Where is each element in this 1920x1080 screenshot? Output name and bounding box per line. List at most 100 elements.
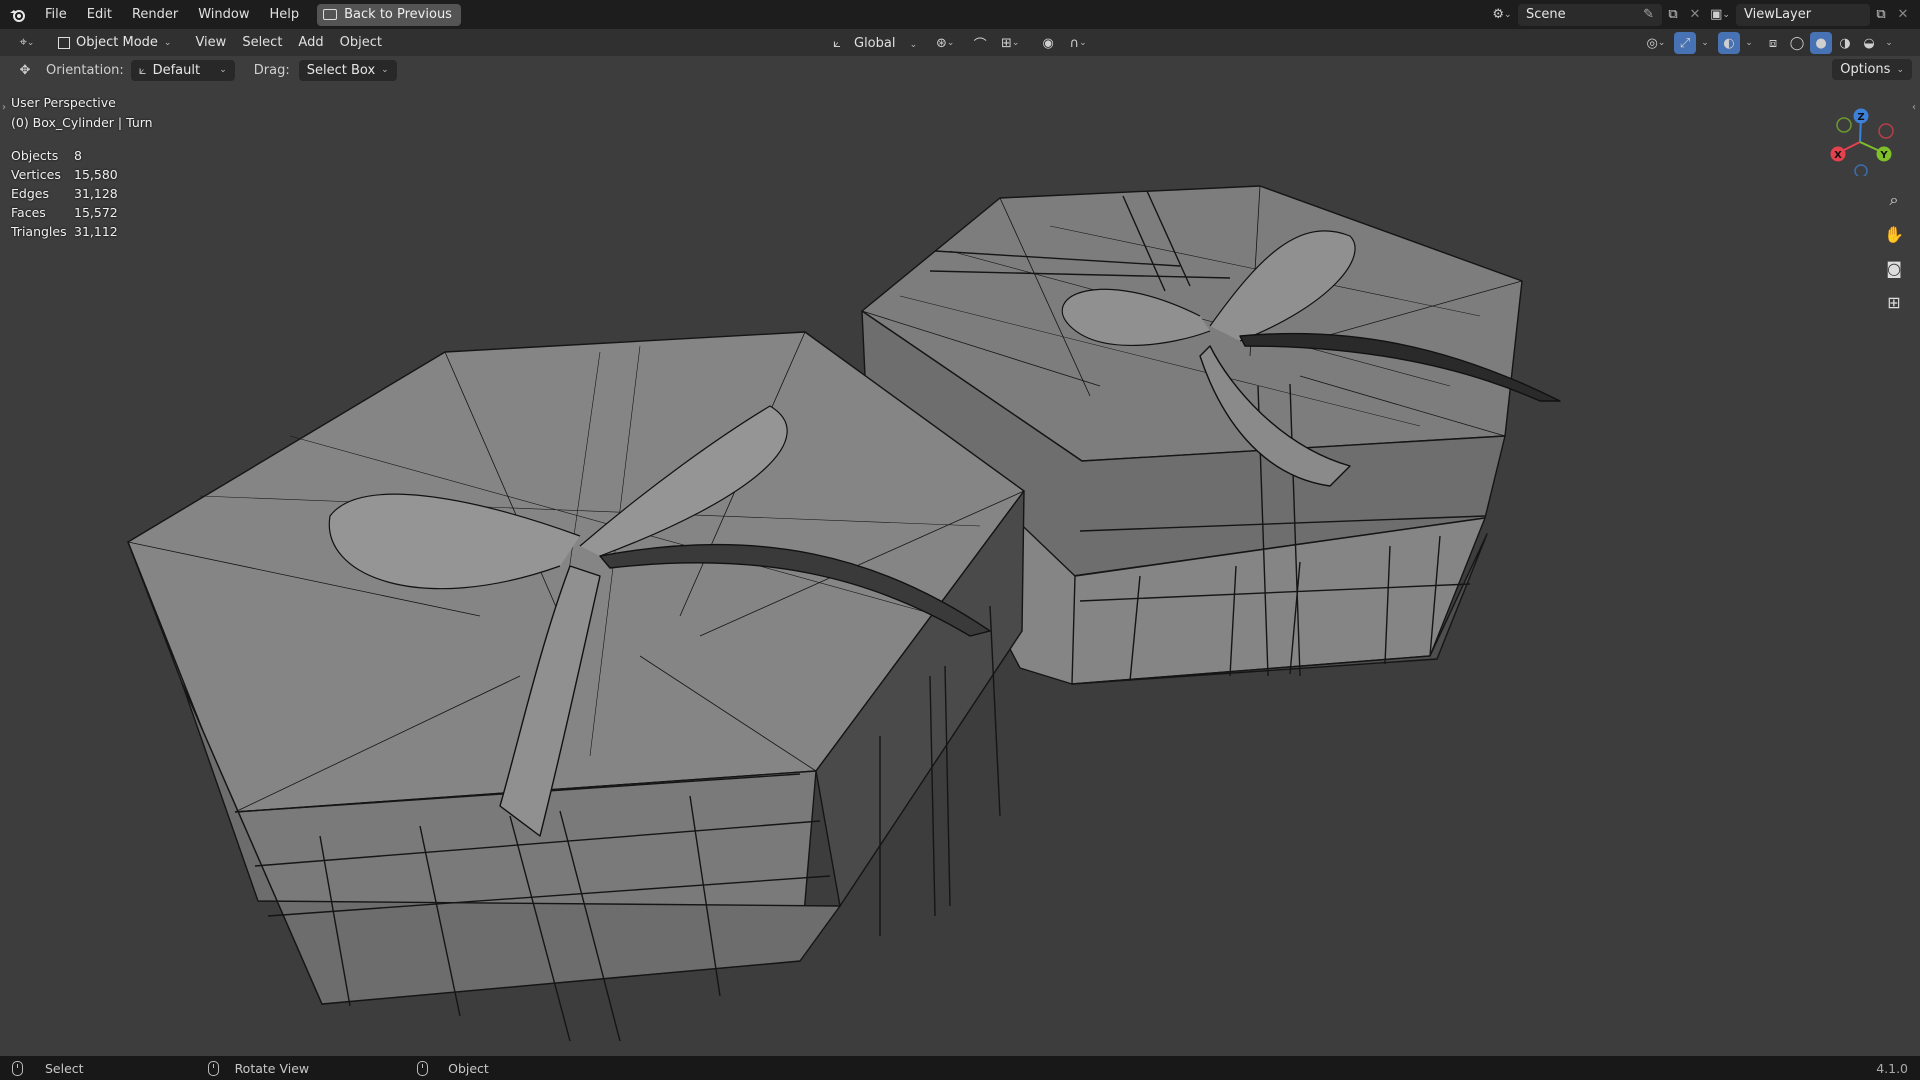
- scene-selector: ⚙ ⌄ Scene ✎ ⧉ ✕: [1486, 3, 1706, 26]
- rendered-shading-icon[interactable]: ◒: [1858, 32, 1880, 54]
- orientation-value: Default: [152, 62, 201, 78]
- new-scene-icon[interactable]: ⧉: [1662, 4, 1684, 26]
- status-object-hint: Object: [417, 1060, 489, 1076]
- viewlayer-name: ViewLayer: [1744, 7, 1812, 22]
- mouse-left-icon: [12, 1060, 23, 1076]
- stats-label: Objects: [11, 148, 59, 163]
- stats-label: Vertices: [11, 167, 61, 182]
- viewport-shading-controls: ◎ ⌄ ⤢ ⌄ ◐ ⌄ ⧈ ◯ ● ◑ ◒ ⌄: [1640, 32, 1896, 54]
- transform-orientation-label: Global: [854, 35, 896, 51]
- stats-value: 31,112: [74, 224, 118, 239]
- mode-label: Object Mode: [76, 35, 158, 50]
- viewport-scene[interactable]: [0, 56, 1920, 1056]
- scene-field[interactable]: Scene ✎: [1518, 3, 1662, 26]
- orientation-label: Orientation:: [46, 62, 124, 78]
- header-menu-select[interactable]: Select: [234, 35, 290, 50]
- proportional-edit-icon[interactable]: ◉: [1037, 32, 1059, 54]
- status-rotate-label: Rotate View: [234, 1060, 310, 1076]
- header-menu-add[interactable]: Add: [290, 35, 331, 50]
- chevron-down-icon: ⌄: [1896, 64, 1904, 75]
- falloff-icon[interactable]: ∩ ⌄: [1063, 32, 1093, 54]
- gizmo-dropdown-icon[interactable]: ⌄: [1698, 32, 1712, 54]
- drag-dropdown[interactable]: Select Box ⌄: [298, 59, 397, 81]
- gizmo-x-label: X: [1834, 150, 1842, 161]
- sidebar-toggle-icon[interactable]: ‹: [1912, 102, 1916, 113]
- new-viewlayer-icon[interactable]: ⧉: [1870, 4, 1892, 26]
- 3d-viewport[interactable]: User Perspective (0) Box_Cylinder | Turn…: [0, 56, 1920, 1056]
- visibility-icon[interactable]: ◎ ⌄: [1640, 32, 1672, 54]
- wireframe-shading-icon[interactable]: ◯: [1786, 32, 1808, 54]
- transform-orientation-icon: ⟀: [833, 35, 841, 51]
- menu-file[interactable]: File: [35, 0, 77, 29]
- drag-label: Drag:: [253, 62, 290, 78]
- viewlayer-icon[interactable]: ▣ ⌄: [1704, 4, 1736, 26]
- blender-logo-icon[interactable]: [7, 4, 29, 26]
- toolbar-toggle-icon[interactable]: ›: [2, 102, 6, 113]
- camera-view-icon[interactable]: ◙: [1880, 254, 1908, 282]
- shading-dropdown-icon[interactable]: ⌄: [1882, 32, 1896, 54]
- move-tool-icon[interactable]: ✥: [14, 59, 36, 81]
- snap-target-icon[interactable]: ⊞ ⌄: [995, 32, 1025, 54]
- chevron-down-icon: ⌄: [219, 65, 227, 75]
- stats-value: 31,128: [74, 186, 118, 201]
- overlays-toggle-icon[interactable]: ◐: [1718, 32, 1740, 54]
- chevron-down-icon: ⌄: [381, 65, 389, 75]
- stats-row: Triangles 31,112: [11, 222, 118, 241]
- back-to-previous-button[interactable]: Back to Previous: [317, 3, 461, 26]
- stats-row: Objects 8: [11, 146, 118, 165]
- menu-window[interactable]: Window: [188, 0, 259, 29]
- view-perspective-label: User Perspective: [11, 95, 116, 110]
- stats-label: Faces: [11, 205, 46, 220]
- overlays-dropdown-icon[interactable]: ⌄: [1742, 32, 1756, 54]
- transform-orientation-dropdown[interactable]: Global ⌄: [852, 36, 919, 51]
- object-mode-icon: [58, 36, 70, 49]
- status-select-hint: Select: [12, 1060, 84, 1076]
- viewlayer-field[interactable]: ViewLayer: [1736, 3, 1870, 26]
- stats-value: 15,580: [74, 167, 118, 182]
- mode-dropdown[interactable]: Object Mode ⌄: [50, 32, 180, 53]
- back-to-previous-label: Back to Previous: [344, 7, 452, 22]
- stats-value: 15,572: [74, 205, 118, 220]
- zoom-icon[interactable]: ⌕: [1880, 186, 1908, 214]
- options-button[interactable]: Options ⌄: [1832, 59, 1912, 80]
- header-menu-view[interactable]: View: [187, 35, 234, 50]
- pivot-point-icon[interactable]: ⊛ ⌄: [929, 32, 961, 54]
- stats-row: Faces 15,572: [11, 203, 118, 222]
- stats-label: Triangles: [11, 224, 67, 239]
- delete-viewlayer-icon[interactable]: ✕: [1892, 4, 1914, 26]
- scene-name: Scene: [1526, 7, 1566, 22]
- orientation-axes-icon: ⟀: [138, 62, 147, 78]
- menu-help[interactable]: Help: [260, 0, 310, 29]
- gizmo-toggle-icon[interactable]: ⤢: [1674, 32, 1696, 54]
- stats-row: Vertices 15,580: [11, 165, 118, 184]
- mouse-right-icon: [417, 1060, 429, 1076]
- xray-toggle-icon[interactable]: ⧈: [1762, 32, 1784, 54]
- active-object-label: (0) Box_Cylinder | Turn: [11, 115, 153, 130]
- menu-edit[interactable]: Edit: [77, 0, 122, 29]
- solid-shading-icon[interactable]: ●: [1810, 32, 1832, 54]
- status-object-label: Object: [448, 1060, 489, 1076]
- top-menubar: File Edit Render Window Help Back to Pre…: [0, 0, 1920, 29]
- orientation-dropdown[interactable]: ⟀ Default ⌄: [130, 59, 235, 81]
- version-label: 4.1.0: [1876, 1060, 1908, 1076]
- pin-icon[interactable]: ✎: [1643, 7, 1654, 22]
- gift-box-front[interactable]: [127, 331, 1025, 1042]
- pan-hand-icon[interactable]: ✋: [1880, 220, 1908, 248]
- editor-type-icon[interactable]: ⌖ ⌄: [12, 32, 42, 54]
- material-shading-icon[interactable]: ◑: [1834, 32, 1856, 54]
- viewlayer-selector: ▣ ⌄ ViewLayer ⧉ ✕: [1704, 3, 1914, 26]
- menu-render[interactable]: Render: [122, 0, 188, 29]
- navigation-gizmo[interactable]: Z X Y: [1824, 104, 1896, 176]
- header-menu-object[interactable]: Object: [332, 35, 390, 50]
- gizmo-y-label: Y: [1879, 150, 1888, 161]
- status-rotate-hint: Rotate View: [207, 1060, 310, 1076]
- stats-value: 8: [74, 148, 82, 163]
- snap-icon[interactable]: ⌒: [969, 32, 991, 54]
- delete-scene-icon[interactable]: ✕: [1684, 4, 1706, 26]
- gizmo-z-label: Z: [1857, 112, 1864, 123]
- screen-back-icon: [323, 9, 338, 20]
- perspective-toggle-icon[interactable]: ⊞: [1880, 288, 1908, 316]
- scene-icon[interactable]: ⚙ ⌄: [1486, 4, 1518, 26]
- scene-statistics: Objects 8 Vertices 15,580 Edges 31,128 Face…: [11, 146, 118, 241]
- status-bar: Select Rotate View Object 4.1.0: [0, 1056, 1920, 1080]
